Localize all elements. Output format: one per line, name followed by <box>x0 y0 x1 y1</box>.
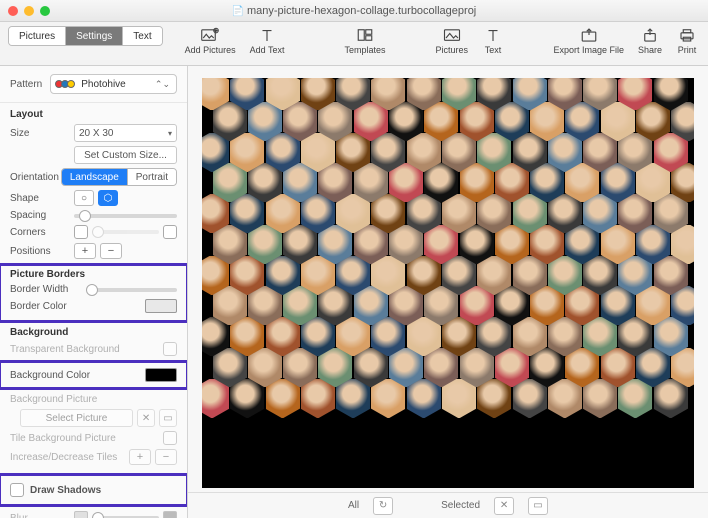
border-color-label: Border Color <box>10 301 86 312</box>
tile-bg-checkbox[interactable] <box>163 431 177 445</box>
size-label: Size <box>10 128 74 139</box>
collage-canvas[interactable] <box>202 78 694 488</box>
background-picture-group: Background Picture Select Picture ✕ ▭ Ti… <box>0 388 187 471</box>
text-icon <box>256 26 278 44</box>
corners-label: Corners <box>10 227 74 238</box>
borders-heading: Picture Borders <box>10 269 177 280</box>
tab-text[interactable]: Text <box>123 27 161 45</box>
pattern-picker[interactable]: Photohive ⌃⌄ <box>50 74 177 94</box>
toolbar: Pictures Settings Text Add Pictures Add … <box>0 22 708 66</box>
border-color-well[interactable] <box>145 299 177 313</box>
background-section: Background Transparent Background <box>0 321 187 362</box>
clear-picture-button[interactable]: ✕ <box>137 409 155 427</box>
corners-checkbox[interactable] <box>74 225 88 239</box>
toolbar-center-group: Templates <box>345 26 386 55</box>
text-button[interactable]: Text <box>482 26 504 55</box>
text-icon <box>482 26 504 44</box>
add-text-button[interactable]: Add Text <box>250 26 285 55</box>
export-button[interactable]: Export Image File <box>553 26 624 55</box>
border-width-slider[interactable] <box>86 288 177 292</box>
draw-shadows-row: Draw Shadows <box>0 475 187 505</box>
shape-hexagon-button[interactable]: ⬡ <box>98 190 118 206</box>
positions-stepper: + − <box>74 243 122 259</box>
chevron-updown-icon: ⌃⌄ <box>155 79 170 90</box>
select-picture-button[interactable]: Select Picture <box>20 409 133 427</box>
add-pictures-button[interactable]: Add Pictures <box>185 26 236 55</box>
window-title: many-picture-hexagon-collage.turbocollag… <box>0 5 708 17</box>
zoom-window-button[interactable] <box>40 6 50 16</box>
background-color-well[interactable] <box>145 368 177 382</box>
border-width-label: Border Width <box>10 284 86 295</box>
positions-plus[interactable]: + <box>74 243 96 259</box>
share-icon <box>639 26 661 44</box>
picture-borders-section: Picture Borders Border Width Border Colo… <box>0 265 187 321</box>
shuffle-all-button[interactable]: ↻ <box>373 497 393 515</box>
layout-heading: Layout <box>10 109 177 120</box>
pattern-row: Pattern Photohive ⌃⌄ <box>0 66 187 103</box>
orientation-portrait[interactable]: Portrait <box>128 169 176 185</box>
edit-selected-button[interactable]: ▭ <box>528 497 548 515</box>
print-icon <box>676 26 698 44</box>
transparent-bg-checkbox[interactable] <box>163 342 177 356</box>
export-icon <box>578 26 600 44</box>
shape-circle-button[interactable]: ○ <box>74 190 94 206</box>
transparent-bg-label: Transparent Background <box>10 344 130 355</box>
corners-slider[interactable] <box>92 230 159 234</box>
shadows-extra: Blur <box>0 505 187 518</box>
templates-icon <box>354 26 376 44</box>
blur-label: Blur <box>10 513 74 518</box>
draw-shadows-label: Draw Shadows <box>30 485 101 496</box>
pictures-icon <box>441 26 463 44</box>
layout-section: Layout Size 20 X 30 Set Custom Size... O… <box>0 103 187 265</box>
positions-minus[interactable]: − <box>100 243 122 259</box>
footer-all-label: All <box>348 500 359 511</box>
draw-shadows-checkbox[interactable] <box>10 483 24 497</box>
footer-selected-label: Selected <box>441 500 480 511</box>
sidebar-tab-switcher: Pictures Settings Text <box>8 26 163 46</box>
size-select[interactable]: 20 X 30 <box>74 124 177 142</box>
preview-picture-button[interactable]: ▭ <box>159 409 177 427</box>
positions-label: Positions <box>10 246 74 257</box>
share-button[interactable]: Share <box>638 26 662 55</box>
close-window-button[interactable] <box>8 6 18 16</box>
spacing-slider[interactable] <box>74 214 177 218</box>
tab-settings[interactable]: Settings <box>66 27 123 45</box>
remove-selected-button[interactable]: ✕ <box>494 497 514 515</box>
pictures-button[interactable]: Pictures <box>436 26 469 55</box>
pattern-value: Photohive <box>81 79 149 90</box>
canvas-footer: All ↻ Selected ✕ ▭ <box>188 492 708 518</box>
toolbar-pictures-text-group: Pictures Text <box>436 26 505 55</box>
shape-label: Shape <box>10 193 74 204</box>
blur-start-swatch <box>74 511 88 518</box>
hexagon-grid <box>202 78 694 488</box>
pattern-label: Pattern <box>10 79 42 90</box>
tiles-minus[interactable]: − <box>155 449 177 465</box>
pictures-plus-icon <box>199 26 221 44</box>
print-button[interactable]: Print <box>676 26 698 55</box>
tiles-label: Increase/Decrease Tiles <box>10 452 129 463</box>
blur-end-swatch <box>163 511 177 518</box>
set-custom-size-button[interactable]: Set Custom Size... <box>74 146 177 164</box>
settings-sidebar: Pattern Photohive ⌃⌄ Layout Size 20 X 30… <box>0 66 188 518</box>
orientation-segment: Landscape Portrait <box>61 168 177 186</box>
minimize-window-button[interactable] <box>24 6 34 16</box>
titlebar: many-picture-hexagon-collage.turbocollag… <box>0 0 708 22</box>
templates-button[interactable]: Templates <box>345 26 386 55</box>
pattern-swatch-icon <box>57 80 75 88</box>
spacing-label: Spacing <box>10 210 74 221</box>
background-color-row: Background Color <box>0 362 187 388</box>
tiles-plus[interactable]: + <box>129 449 151 465</box>
background-picture-label: Background Picture <box>10 394 130 405</box>
orientation-label: Orientation <box>10 172 61 183</box>
toolbar-right-group: Export Image File Share Print <box>553 26 698 55</box>
corners-checkbox-2[interactable] <box>163 225 177 239</box>
canvas-area: All ↻ Selected ✕ ▭ <box>188 66 708 518</box>
orientation-landscape[interactable]: Landscape <box>62 169 128 185</box>
window-controls <box>8 6 50 16</box>
background-heading: Background <box>10 327 177 338</box>
tab-pictures[interactable]: Pictures <box>9 27 66 45</box>
toolbar-left-group: Add Pictures Add Text <box>185 26 285 55</box>
tile-bg-label: Tile Background Picture <box>10 433 140 444</box>
background-color-label: Background Color <box>10 370 110 381</box>
